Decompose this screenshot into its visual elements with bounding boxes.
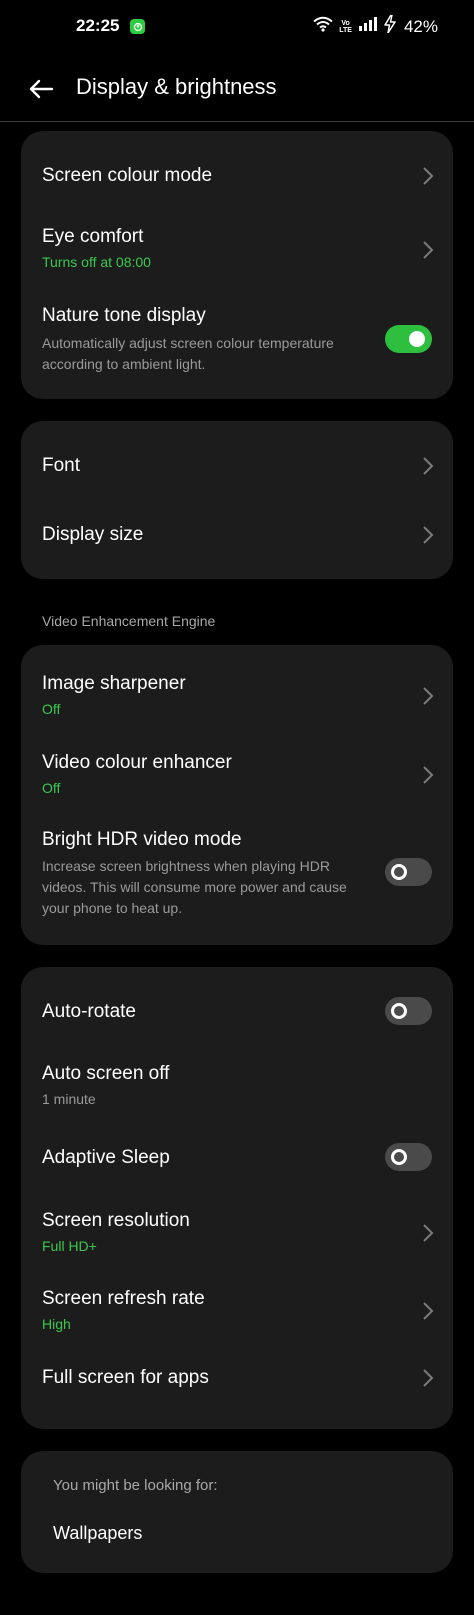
battery-percent: 42% <box>403 16 438 36</box>
back-button[interactable] <box>24 72 58 106</box>
row-status: Off <box>42 701 61 717</box>
signal-icon <box>358 17 378 36</box>
chevron-right-icon <box>423 526 434 544</box>
row-screen-resolution[interactable]: Screen resolution Full HD+ <box>21 1182 453 1262</box>
row-status: Turns off at 08:00 <box>42 254 151 270</box>
status-icons: Vo LTE 42% <box>313 14 438 38</box>
chevron-right-icon <box>423 167 434 185</box>
row-full-screen-for-apps[interactable]: Full screen for apps <box>21 1342 453 1429</box>
wifi-icon <box>313 16 333 37</box>
row-font[interactable]: Font <box>21 421 453 501</box>
row-description: Increase screen brightness when playing … <box>42 858 347 916</box>
row-auto-rotate[interactable]: Auto-rotate <box>21 967 453 1037</box>
row-status: 1 minute <box>42 1091 96 1107</box>
arrow-left-icon <box>29 79 54 99</box>
adaptive-sleep-toggle[interactable] <box>385 1143 432 1171</box>
row-screen-colour-mode[interactable]: Screen colour mode <box>21 131 453 221</box>
row-title: Eye comfort <box>42 226 144 247</box>
row-display-size[interactable]: Display size <box>21 501 453 579</box>
suggestions-label: You might be looking for: <box>53 1477 218 1494</box>
row-title: Font <box>42 455 81 476</box>
row-description: Automatically adjust screen colour tempe… <box>42 335 334 372</box>
card-video-enhancement: Image sharpener Off Video colour enhance… <box>21 645 453 945</box>
row-title: Full screen for apps <box>42 1367 209 1388</box>
row-title: Video colour enhancer <box>42 752 232 773</box>
page-title: Display & brightness <box>76 74 277 99</box>
chevron-right-icon <box>423 766 434 784</box>
row-status: Off <box>42 780 61 796</box>
row-title: Display size <box>42 524 144 545</box>
row-title: Bright HDR video mode <box>42 829 242 850</box>
chevron-right-icon <box>423 687 434 705</box>
row-title: Screen refresh rate <box>42 1288 205 1309</box>
row-bright-hdr-video-mode[interactable]: Bright HDR video mode Increase screen br… <box>21 805 453 945</box>
card-suggestions: You might be looking for: Wallpapers <box>21 1451 453 1573</box>
row-status: High <box>42 1316 71 1332</box>
charging-icon <box>384 14 396 38</box>
row-nature-tone-display[interactable]: Nature tone display Automatically adjust… <box>21 299 453 389</box>
card-screen-settings: Auto-rotate Auto screen off 1 minute Ada… <box>21 967 453 1429</box>
app-notification-icon <box>130 19 145 34</box>
suggestion-wallpapers[interactable]: Wallpapers <box>53 1523 142 1544</box>
card-font-size: Font Display size <box>21 421 453 579</box>
section-header-video: Video Enhancement Engine <box>42 613 216 629</box>
row-auto-screen-off[interactable]: Auto screen off 1 minute <box>21 1037 453 1117</box>
row-eye-comfort[interactable]: Eye comfort Turns off at 08:00 <box>21 221 453 279</box>
chevron-right-icon <box>423 1302 434 1320</box>
bright-hdr-toggle[interactable] <box>385 858 432 886</box>
chevron-right-icon <box>423 457 434 475</box>
toggle-knob <box>391 1149 407 1165</box>
row-image-sharpener[interactable]: Image sharpener Off <box>21 645 453 725</box>
volte-icon: Vo LTE <box>339 19 352 34</box>
toggle-knob <box>391 1003 407 1019</box>
toggle-knob <box>391 864 407 880</box>
row-screen-refresh-rate[interactable]: Screen refresh rate High <box>21 1262 453 1342</box>
row-video-colour-enhancer[interactable]: Video colour enhancer Off <box>21 725 453 805</box>
row-title: Image sharpener <box>42 673 186 694</box>
header-divider <box>0 121 474 122</box>
row-title: Nature tone display <box>42 305 206 326</box>
row-title: Adaptive Sleep <box>42 1147 170 1168</box>
row-adaptive-sleep[interactable]: Adaptive Sleep <box>21 1117 453 1182</box>
row-status: Full HD+ <box>42 1238 97 1254</box>
card-display-colour: Screen colour mode Eye comfort Turns off… <box>21 131 453 399</box>
row-title: Screen resolution <box>42 1210 190 1231</box>
row-title: Screen colour mode <box>42 165 213 186</box>
toggle-knob <box>409 331 425 347</box>
status-bar: 22:25 Vo LTE 42% <box>0 0 474 56</box>
chevron-right-icon <box>423 1369 434 1387</box>
status-time: 22:25 <box>76 16 120 35</box>
row-title: Auto-rotate <box>42 1001 136 1022</box>
nature-tone-toggle[interactable] <box>385 325 432 353</box>
chevron-right-icon <box>423 241 434 259</box>
header: Display & brightness <box>0 56 474 122</box>
auto-rotate-toggle[interactable] <box>385 997 432 1025</box>
row-title: Auto screen off <box>42 1063 170 1084</box>
chevron-right-icon <box>423 1224 434 1242</box>
